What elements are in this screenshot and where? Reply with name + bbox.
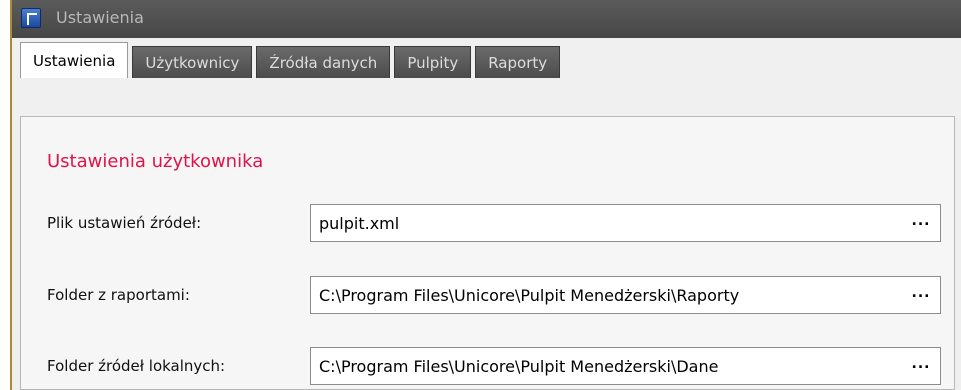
settings-window: Ustawienia Ustawienia Użytkownicy Źródła… — [10, 0, 961, 390]
local-sources-folder-value: C:\Program Files\Unicore\Pulpit Menedżer… — [319, 357, 719, 376]
tab-pulpity[interactable]: Pulpity — [394, 46, 472, 78]
sources-file-label: Plik ustawień źródeł: — [47, 214, 202, 232]
local-sources-folder-browse-button[interactable]: ... — [908, 354, 934, 378]
settings-row-sources-file: Plik ustawień źródeł: pulpit.xml ... — [47, 204, 947, 244]
reports-folder-label: Folder z raportami: — [47, 286, 190, 304]
settings-panel: Ustawienia użytkownika Plik ustawień źró… — [20, 116, 955, 390]
tabs: Ustawienia Użytkownicy Źródła danych Pul… — [20, 40, 564, 78]
window-title: Ustawienia — [56, 8, 144, 27]
tab-zrodla-danych[interactable]: Źródła danych — [256, 46, 391, 78]
reports-folder-field[interactable]: C:\Program Files\Unicore\Pulpit Menedżer… — [310, 276, 941, 314]
sources-file-browse-button[interactable]: ... — [908, 211, 934, 235]
local-sources-folder-label: Folder źródeł lokalnych: — [47, 357, 226, 375]
title-bar: Ustawienia — [12, 0, 961, 39]
app-icon — [21, 8, 41, 28]
tab-raporty[interactable]: Raporty — [475, 46, 561, 78]
sources-file-field[interactable]: pulpit.xml ... — [310, 204, 941, 242]
sources-file-value: pulpit.xml — [319, 214, 400, 233]
section-title: Ustawienia użytkownika — [47, 151, 264, 172]
reports-folder-value: C:\Program Files\Unicore\Pulpit Menedżer… — [319, 286, 740, 305]
tab-uzytkownicy[interactable]: Użytkownicy — [132, 46, 253, 78]
settings-row-reports-folder: Folder z raportami: C:\Program Files\Uni… — [47, 276, 947, 316]
tab-ustawienia[interactable]: Ustawienia — [20, 42, 129, 78]
settings-row-local-sources-folder: Folder źródeł lokalnych: C:\Program File… — [47, 347, 947, 387]
local-sources-folder-field[interactable]: C:\Program Files\Unicore\Pulpit Menedżer… — [310, 347, 941, 385]
reports-folder-browse-button[interactable]: ... — [908, 283, 934, 307]
